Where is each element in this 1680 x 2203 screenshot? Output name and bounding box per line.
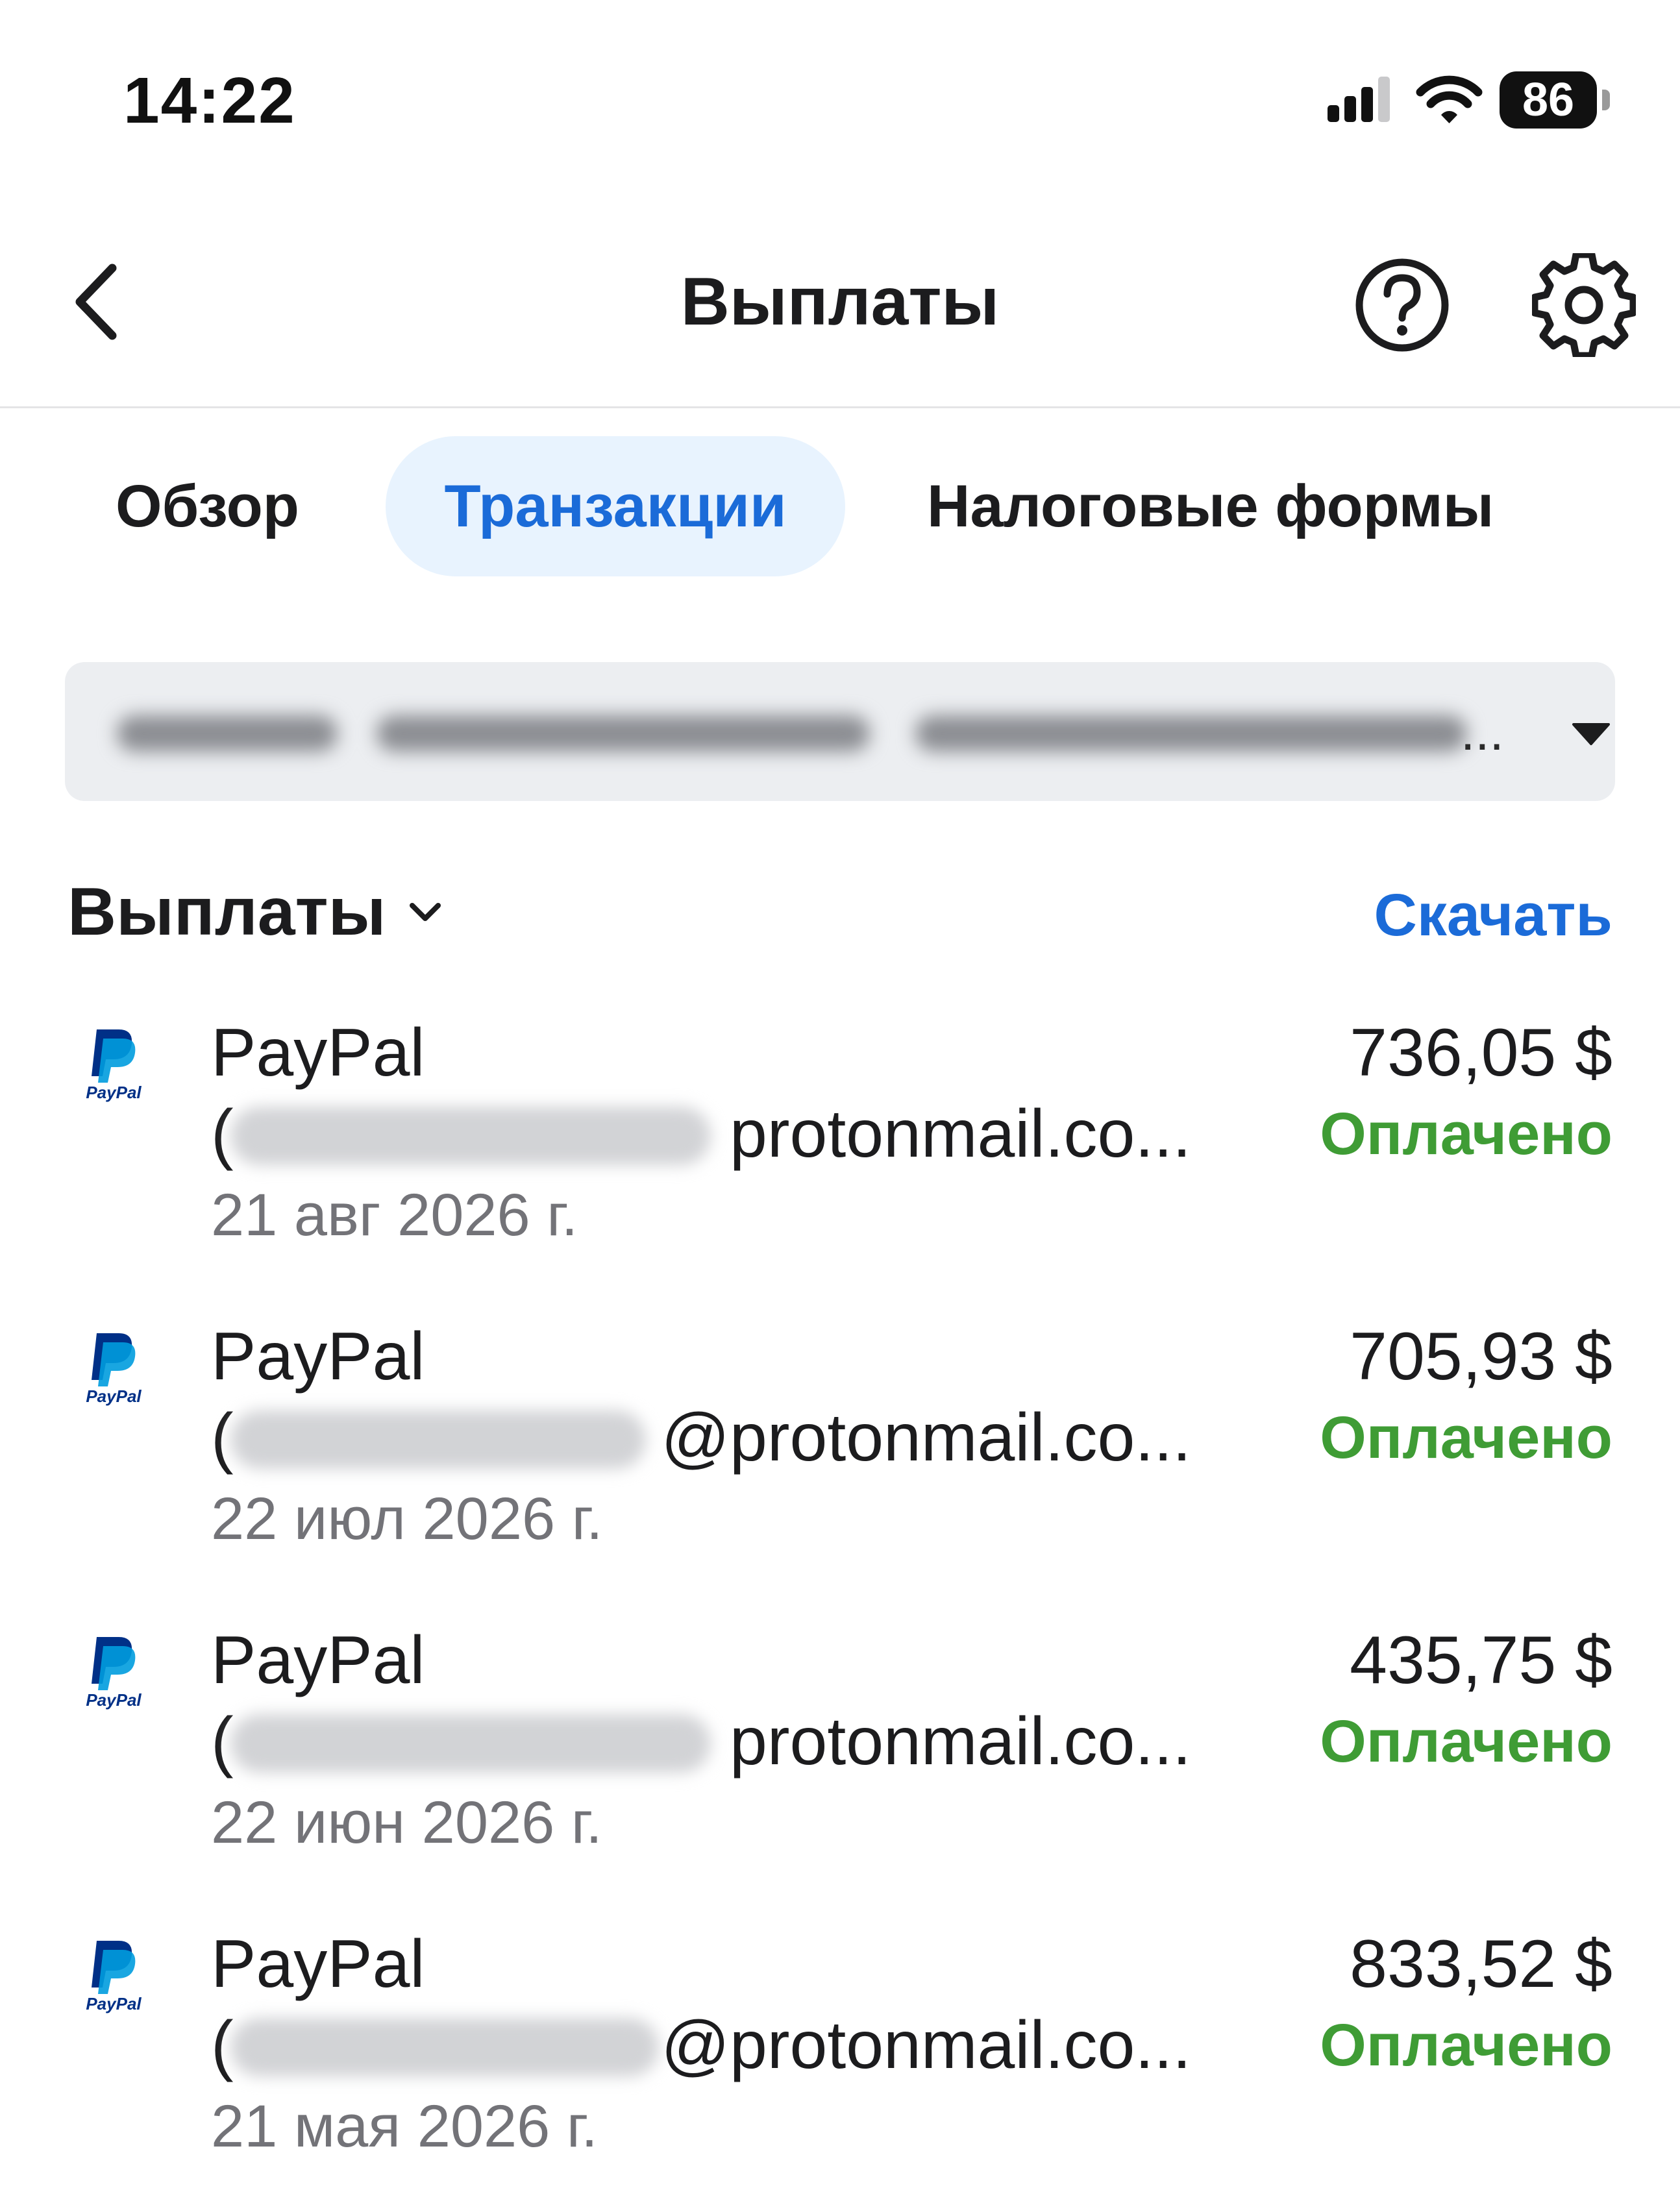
navigation-bar: Выплаты (0, 195, 1680, 408)
payout-amount: 736,05 $ (1350, 1015, 1612, 1090)
payout-row[interactable]: PayPal PayPal ( protonmail.co... 22 июн … (0, 1620, 1680, 1893)
tab-overview[interactable]: Обзор (116, 436, 299, 576)
help-icon[interactable] (1353, 256, 1451, 354)
status-time: 14:22 (123, 64, 296, 137)
battery-icon: 86 (1500, 71, 1613, 130)
payout-status: Оплачено (1320, 1101, 1612, 1167)
payout-date: 22 июл 2026 г. (211, 1486, 603, 1552)
redacted-email (230, 1714, 711, 1773)
account-select-value: ... (1461, 703, 1504, 761)
status-bar: 14:22 86 (0, 0, 1680, 195)
section-title[interactable]: Выплаты (68, 863, 386, 961)
tab-transactions[interactable]: Транзакции (386, 436, 845, 576)
redacted-email (230, 2018, 659, 2076)
battery-level: 86 (1500, 71, 1597, 129)
payout-status: Оплачено (1320, 1405, 1612, 1471)
paypal-logo-icon: PayPal (86, 1637, 142, 1710)
payout-email: ( protonmail.co... (211, 1094, 1191, 1175)
payout-status: Оплачено (1320, 1708, 1612, 1775)
payout-email: ( @protonmail.co... (211, 2005, 1191, 2086)
redacted-account-text (117, 708, 1467, 759)
section-header: Выплаты Скачать (0, 863, 1680, 961)
payout-amount: 435,75 $ (1350, 1623, 1612, 1698)
caret-down-icon (1572, 723, 1610, 745)
payout-date: 21 авг 2026 г. (211, 1182, 578, 1248)
svg-text:PayPal: PayPal (86, 1994, 142, 2013)
battery-cap (1602, 90, 1610, 110)
payout-method: PayPal (211, 1319, 425, 1394)
gear-icon[interactable] (1532, 253, 1636, 357)
payout-method: PayPal (211, 1926, 425, 2002)
payout-status: Оплачено (1320, 2012, 1612, 2078)
paypal-logo-icon: PayPal (86, 1333, 142, 1406)
email-domain: protonmail.co... (730, 1704, 1191, 1779)
cellular-signal-icon (1328, 77, 1390, 122)
email-domain: @protonmail.co... (661, 2008, 1191, 2083)
wifi-icon (1416, 75, 1483, 123)
email-domain: @protonmail.co... (661, 1400, 1191, 1475)
paypal-logo-icon: PayPal (86, 1941, 142, 2013)
payout-method: PayPal (211, 1015, 425, 1090)
svg-text:PayPal: PayPal (86, 1386, 142, 1406)
payout-row[interactable]: PayPal PayPal ( @protonmail.co... 22 июл… (0, 1316, 1680, 1589)
payout-amount: 833,52 $ (1350, 1926, 1612, 2002)
payout-email: ( protonmail.co... (211, 1701, 1191, 1782)
tab-bar: Обзор Транзакции Налоговые формы (0, 436, 1680, 576)
payout-date: 21 мая 2026 г. (211, 2093, 598, 2160)
tab-tax-forms[interactable]: Налоговые формы (927, 436, 1494, 576)
email-domain: protonmail.co... (730, 1096, 1191, 1172)
redacted-email (230, 1107, 711, 1165)
payout-email: ( @protonmail.co... (211, 1397, 1191, 1479)
download-link[interactable]: Скачать (1374, 863, 1612, 967)
payout-row[interactable]: PayPal PayPal ( protonmail.co... 21 авг … (0, 1013, 1680, 1285)
paypal-logo-icon: PayPal (86, 1029, 142, 1102)
payout-row[interactable]: PayPal PayPal ( @protonmail.co... 21 мая… (0, 1924, 1680, 2197)
chevron-down-icon[interactable] (406, 896, 445, 928)
redacted-email (230, 1410, 646, 1469)
payout-date: 22 июн 2026 г. (211, 1790, 602, 1856)
account-select[interactable]: ... (65, 662, 1615, 801)
payout-method: PayPal (211, 1623, 425, 1698)
svg-text:PayPal: PayPal (86, 1690, 142, 1710)
payout-amount: 705,93 $ (1350, 1319, 1612, 1394)
svg-text:PayPal: PayPal (86, 1083, 142, 1102)
